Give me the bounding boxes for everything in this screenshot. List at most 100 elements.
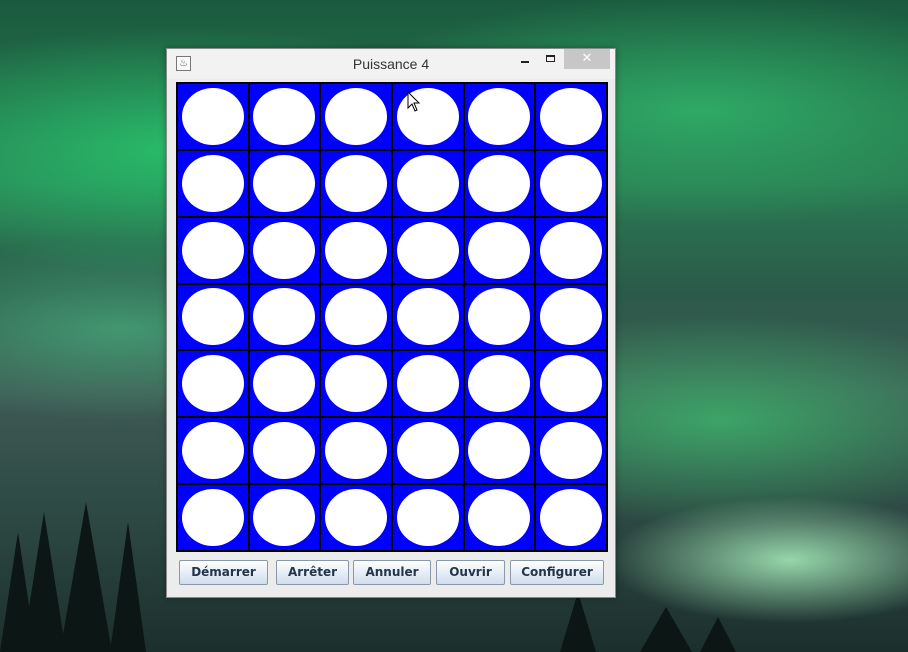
board-cell[interactable] [392, 418, 463, 484]
board-cell[interactable] [321, 150, 391, 216]
empty-slot [181, 355, 244, 413]
close-button[interactable]: ✕ [564, 49, 610, 69]
board-cell[interactable] [464, 284, 535, 350]
empty-slot [181, 489, 244, 547]
wallpaper-tree [560, 592, 596, 652]
board-cell[interactable] [178, 150, 248, 216]
empty-slot [253, 154, 316, 212]
board-cell[interactable] [464, 150, 535, 216]
board-cell[interactable] [249, 150, 320, 216]
empty-slot [396, 355, 459, 413]
empty-slot [325, 288, 388, 346]
empty-slot [396, 489, 459, 547]
title-bar[interactable]: ♨ Puissance 4 ✕ [167, 49, 615, 79]
empty-slot [253, 489, 316, 547]
board-cell[interactable] [392, 485, 463, 550]
board-cell[interactable] [392, 284, 463, 350]
board-cell[interactable] [321, 418, 391, 484]
board-cell[interactable] [464, 217, 535, 283]
board-cell[interactable] [249, 351, 320, 417]
board-cell[interactable] [321, 351, 391, 417]
maximize-icon [546, 55, 555, 62]
empty-slot [325, 355, 388, 413]
empty-slot [468, 288, 531, 346]
wallpaper-tree [700, 617, 736, 652]
empty-slot [540, 288, 603, 346]
board-cell[interactable] [249, 418, 320, 484]
empty-slot [468, 355, 531, 413]
board-cell[interactable] [536, 150, 606, 216]
empty-slot [540, 154, 603, 212]
board-cell[interactable] [536, 418, 606, 484]
board-cell[interactable] [178, 217, 248, 283]
puissance4-window: ♨ Puissance 4 ✕ Démarrer Arrêter Annuler… [166, 48, 616, 598]
empty-slot [325, 87, 388, 145]
empty-slot [325, 154, 388, 212]
board-cell[interactable] [464, 351, 535, 417]
mouse-cursor-icon [407, 91, 421, 112]
empty-slot [253, 288, 316, 346]
board-cell[interactable] [464, 84, 535, 149]
board-cell[interactable] [392, 150, 463, 216]
board-cell[interactable] [464, 485, 535, 550]
cancel-button[interactable]: Annuler [353, 560, 431, 585]
board-cell[interactable] [178, 284, 248, 350]
board-cell[interactable] [178, 84, 248, 149]
empty-slot [540, 489, 603, 547]
minimize-icon [521, 61, 529, 63]
empty-slot [253, 87, 316, 145]
board-cell[interactable] [178, 351, 248, 417]
empty-slot [181, 154, 244, 212]
close-icon: ✕ [581, 51, 593, 66]
board-cell[interactable] [392, 84, 463, 149]
board-cell[interactable] [536, 217, 606, 283]
open-button[interactable]: Ouvrir [436, 560, 505, 585]
empty-slot [396, 288, 459, 346]
stop-button[interactable]: Arrêter [276, 560, 349, 585]
empty-slot [396, 154, 459, 212]
board-cell[interactable] [321, 284, 391, 350]
empty-slot [540, 87, 603, 145]
game-board[interactable] [176, 82, 608, 552]
empty-slot [253, 422, 316, 480]
empty-slot [325, 489, 388, 547]
board-cell[interactable] [536, 351, 606, 417]
empty-slot [540, 422, 603, 480]
wallpaper-tree [60, 502, 112, 652]
empty-slot [540, 221, 603, 279]
board-cell[interactable] [249, 84, 320, 149]
empty-slot [325, 422, 388, 480]
button-bar: Démarrer Arrêter Annuler Ouvrir Configur… [179, 560, 605, 586]
empty-slot [540, 355, 603, 413]
board-cell[interactable] [321, 217, 391, 283]
wallpaper-tree [110, 522, 146, 652]
board-cell[interactable] [178, 418, 248, 484]
board-cell[interactable] [392, 217, 463, 283]
empty-slot [181, 422, 244, 480]
board-cell[interactable] [536, 284, 606, 350]
board-cell[interactable] [321, 84, 391, 149]
board-cell[interactable] [536, 84, 606, 149]
board-cell[interactable] [464, 418, 535, 484]
board-cell[interactable] [249, 217, 320, 283]
empty-slot [468, 422, 531, 480]
empty-slot [468, 489, 531, 547]
configure-button[interactable]: Configurer [510, 560, 604, 585]
empty-slot [181, 87, 244, 145]
empty-slot [468, 221, 531, 279]
board-cell[interactable] [536, 485, 606, 550]
board-cell[interactable] [249, 284, 320, 350]
empty-slot [325, 221, 388, 279]
empty-slot [468, 154, 531, 212]
empty-slot [468, 87, 531, 145]
board-cell[interactable] [178, 485, 248, 550]
board-cell[interactable] [392, 351, 463, 417]
empty-slot [253, 355, 316, 413]
empty-slot [253, 221, 316, 279]
start-button[interactable]: Démarrer [179, 560, 268, 585]
board-cell[interactable] [321, 485, 391, 550]
maximize-button[interactable] [541, 49, 561, 69]
minimize-button[interactable] [515, 49, 535, 69]
empty-slot [396, 221, 459, 279]
board-cell[interactable] [249, 485, 320, 550]
